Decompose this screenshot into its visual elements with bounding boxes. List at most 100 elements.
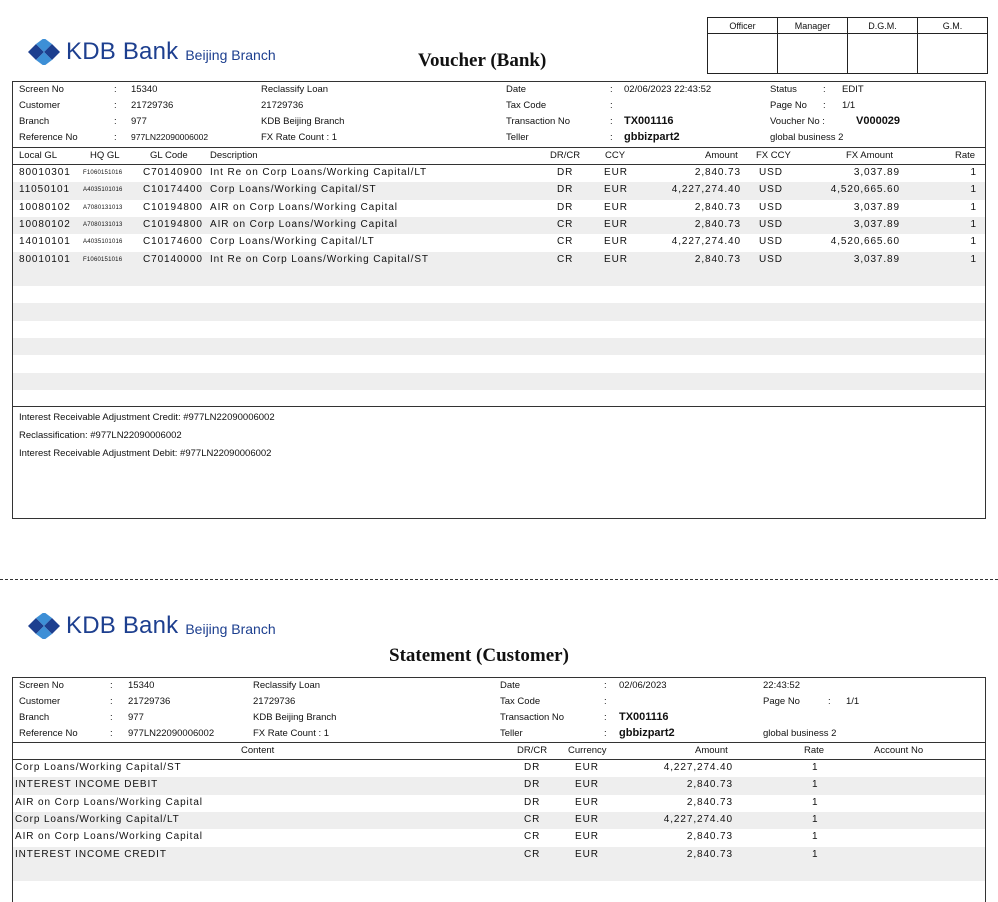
cell-local-gl: 80010301 [19,167,71,178]
cell-content: Corp Loans/Working Capital/LT [15,813,180,825]
cell-local-gl: 80010101 [19,253,71,265]
label: Page No [763,696,800,707]
cell-drcr: CR [557,236,574,248]
cell-rate: 1 [970,236,977,248]
label: Voucher No : [770,116,825,127]
table-row: 80010301 F1060151016 C70140900 Int Re on Co… [13,165,985,182]
col-rate: Rate [955,150,976,161]
label: Teller [500,728,523,739]
voucher-header-row: Branch : 977 KDB Beijing Branch Transact… [13,114,985,131]
cell-amount: 2,840.73 [686,779,733,791]
cell-description: Int Re on Corp Loans/Working Capital/ST [210,253,429,265]
colon: : [823,100,826,111]
bank-logo: KDB Bank Beijing Branch [26,38,276,66]
cell-fx-amount: 3,037.89 [853,218,900,230]
cell-amount: 2,840.73 [694,218,741,230]
voucher-header-row: Reference No : 977LN22090006002 FX Rate … [13,130,985,147]
col-amount: Amount [695,745,728,756]
page-no: 1/1 [846,696,860,707]
voucher-no: V000029 [856,115,901,127]
statement-header-row: Reference No : 977LN22090006002 FX Rate … [13,726,985,743]
cell-rate: 1 [970,218,977,230]
cell-content: AIR on Corp Loans/Working Capital [15,796,203,808]
label: Screen No [19,84,64,95]
cell-local-gl: 14010101 [19,236,71,248]
cell-local-gl: 10080102 [19,218,71,230]
cell-ccy: EUR [604,253,628,265]
voucher-title: Voucher (Bank) [418,50,547,71]
table-row: 11050101 A4035101016 C10174400 Corp Loans/W… [13,182,985,200]
voucher-panel: Screen No : 15340 Reclassify Loan Date :… [12,81,986,519]
cell-rate: 1 [812,779,819,791]
cell-amount: 4,227,274.40 [663,762,733,773]
cell-hq-gl: A7080131013 [83,221,123,228]
statement-title: Statement (Customer) [389,645,569,666]
cell-drcr: DR [524,762,541,773]
voucher-header-row: Customer : 21729736 21729736 Tax Code : … [13,98,985,115]
cell-hq-gl: A4035101016 [83,239,123,246]
signoff-box [707,33,778,74]
cell-fx-ccy: USD [759,218,783,230]
customer-name: 21729736 [261,100,304,111]
label: Page No [770,100,807,111]
voucher-rows: 80010101 F1060151016 C70140000 Int Re on Co… [13,165,985,404]
cell-ccy: EUR [604,184,628,196]
screen-no: 15340 [128,680,155,691]
date: 02/06/2023 [619,680,667,691]
cell-drcr: CR [557,218,574,230]
cell-fx-ccy: USD [759,201,783,213]
col-content: Content [241,745,275,756]
col-amount: Amount [705,150,738,161]
memo-line: Interest Receivable Adjustment Credit: #… [19,412,275,423]
cell-description: AIR on Corp Loans/Working Capital [210,201,398,213]
col-fx-amount: FX Amount [846,150,893,161]
cell-drcr: CR [524,848,541,860]
label: Reference No [19,728,78,739]
page-no: 1/1 [842,100,856,111]
cell-drcr: CR [524,831,541,843]
col-account-no: Account No [874,745,924,756]
reference-no: 977LN22090006002 [128,728,215,739]
cell-rate: 1 [812,848,819,860]
colon: : [110,680,113,691]
colon: : [604,712,607,723]
colon: : [604,680,607,691]
customer: 21729736 [131,100,174,111]
branch-name: KDB Beijing Branch [261,116,345,127]
table-row: INTEREST INCOME DEBIT DR EUR 2,840.73 1 [13,777,985,795]
colon: : [610,116,613,127]
cell-currency: EUR [575,831,599,843]
cell-rate: 1 [970,167,977,178]
cell-ccy: EUR [604,167,628,178]
cell-ccy: EUR [604,218,628,230]
label: Date [500,680,521,691]
col-description: Description [210,150,258,161]
col-gl-code: GL Code [150,150,188,161]
cell-gl-code: C10194800 [143,218,203,230]
cell-rate: 1 [970,253,977,265]
cell-description: Int Re on Corp Loans/Working Capital/LT [210,167,428,178]
filler-row [13,372,985,390]
screen-desc: Reclassify Loan [261,84,329,95]
bank-branch: Beijing Branch [185,621,276,637]
colon: : [610,100,613,111]
colon: : [110,696,113,707]
col-fx-ccy: FX CCY [756,150,791,161]
status: EDIT [842,84,864,95]
bank-name: KDB Bank [66,38,179,65]
colon: : [604,696,607,707]
fx-rate-count: FX Rate Count : 1 [261,132,338,143]
label: Reference No [19,132,78,143]
cell-gl-code: C10174400 [143,184,203,196]
col-rate: Rate [804,745,825,756]
signoff-dgm: D.G.M. [847,17,918,34]
cell-local-gl: 10080102 [19,201,71,213]
table-row: Corp Loans/Working Capital/LT CR EUR 4,227,… [13,811,985,830]
cell-currency: EUR [575,796,599,808]
cell-content: INTEREST INCOME CREDIT [15,848,167,860]
cell-fx-amount: 4,520,665.60 [830,184,900,196]
cell-fx-ccy: USD [759,167,783,178]
screen-desc: Reclassify Loan [253,680,321,691]
filler-row [13,268,985,287]
label: Customer [19,100,61,111]
